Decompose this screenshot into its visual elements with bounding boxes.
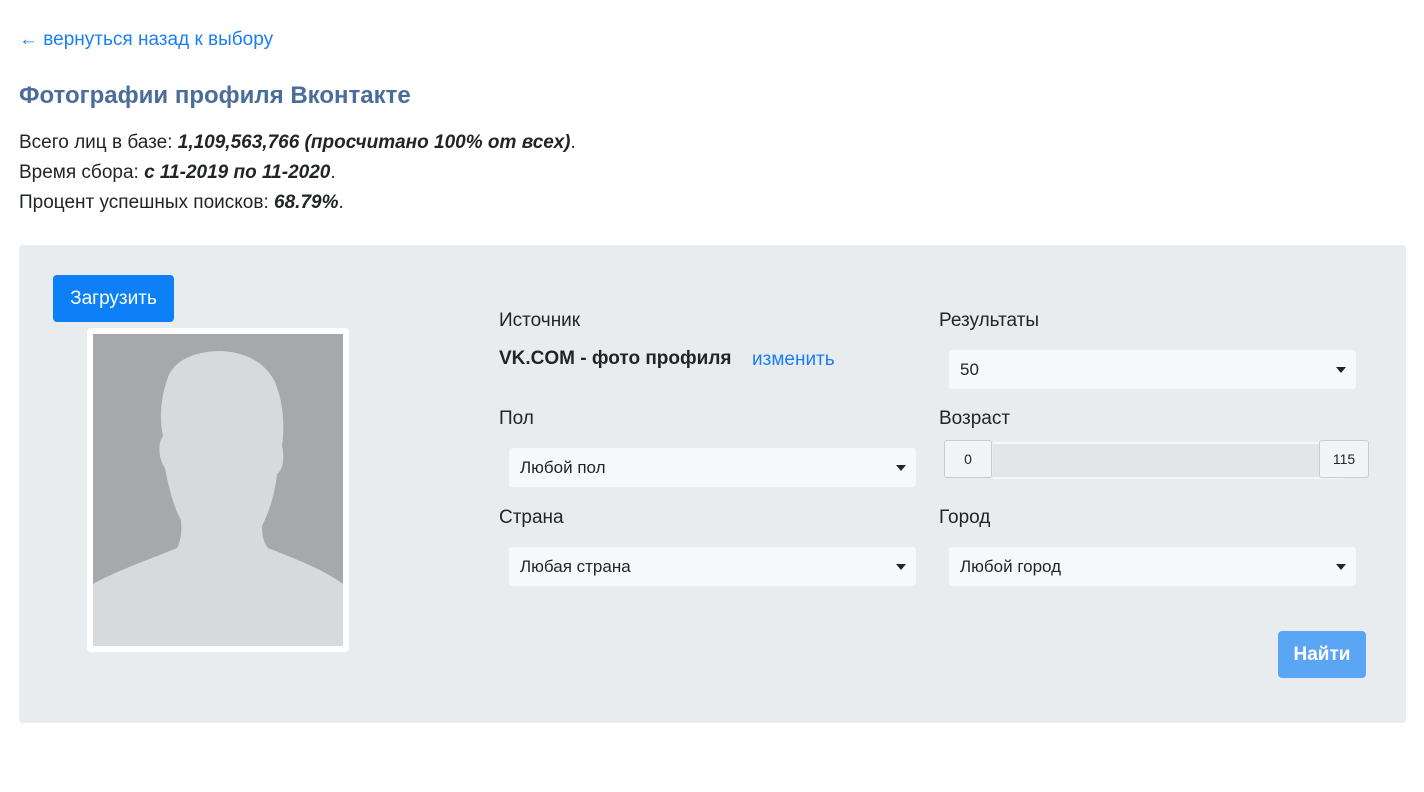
chevron-down-icon [896, 564, 906, 570]
upload-button[interactable]: Загрузить [53, 275, 174, 322]
source-value: VK.COM - фото профиля [499, 348, 732, 369]
gender-select-value: Любой пол [520, 458, 606, 477]
results-select-value: 50 [960, 360, 979, 379]
back-link[interactable]: ← вернуться назад к выбору [19, 29, 273, 51]
stat-faces: Всего лиц в базе: 1,109,563,766 (просчит… [19, 128, 576, 158]
stat-success-value: 68.79% [274, 192, 339, 213]
age-max-handle[interactable]: 115 [1319, 440, 1369, 478]
stat-period-value: с 11-2019 по 11-2020 [144, 162, 331, 183]
stat-period-label: Время сбора: [19, 162, 145, 183]
gender-label: Пол [499, 408, 534, 429]
chevron-down-icon [896, 465, 906, 471]
gender-select[interactable]: Любой пол [509, 448, 916, 487]
age-label: Возраст [939, 408, 1011, 429]
stat-period: Время сбора: с 11-2019 по 11-2020. [19, 158, 576, 188]
photo-preview [87, 328, 349, 652]
stat-faces-value: 1,109,563,766 (просчитано 100% от всех) [177, 132, 571, 153]
country-select-value: Любая страна [520, 557, 631, 576]
stat-faces-end: . [570, 132, 576, 153]
results-select[interactable]: 50 [949, 350, 1356, 389]
stat-success: Процент успешных поисков: 68.79%. [19, 188, 576, 218]
age-range-track[interactable] [993, 442, 1343, 479]
results-label: Результаты [939, 310, 1040, 331]
stats-block: Всего лиц в базе: 1,109,563,766 (просчит… [19, 128, 576, 218]
search-panel: Загрузить Источник VK.COM - фото профиля… [19, 245, 1406, 723]
city-select-value: Любой город [960, 557, 1062, 576]
search-button[interactable]: Найти [1278, 631, 1366, 678]
stat-faces-label: Всего лиц в базе: [19, 132, 178, 153]
chevron-down-icon [1336, 367, 1346, 373]
page: ← вернуться назад к выбору Фотографии пр… [0, 0, 1424, 792]
country-label: Страна [499, 507, 564, 528]
change-source-link[interactable]: изменить [752, 349, 835, 371]
chevron-down-icon [1336, 564, 1346, 570]
city-label: Город [939, 507, 991, 528]
source-label: Источник [499, 310, 581, 331]
country-select[interactable]: Любая страна [509, 547, 916, 586]
stat-success-label: Процент успешных поисков: [19, 192, 275, 213]
person-silhouette-icon [93, 334, 343, 646]
stat-success-end: . [338, 192, 344, 213]
page-title: Фотографии профиля Вконтакте [19, 82, 411, 109]
city-select[interactable]: Любой город [949, 547, 1356, 586]
stat-period-end: . [330, 162, 336, 183]
age-min-handle[interactable]: 0 [944, 440, 992, 478]
